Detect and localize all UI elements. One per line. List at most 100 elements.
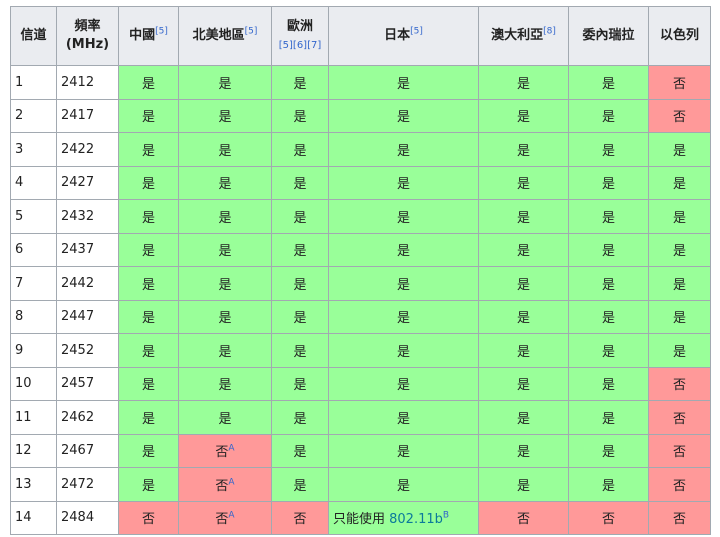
frequency-cell: 2457 — [56, 366, 119, 401]
ref-link[interactable]: [5] — [410, 27, 423, 37]
table-row: 4 2427 是是是是是是是 — [10, 165, 711, 200]
wifi-channel-table: 信道 頻率 (MHz) 中國[5] 北美地區[5] 歐洲 [5][6][7] 日本[… — [10, 6, 711, 535]
header-japan: 日本[5] — [328, 6, 479, 66]
footnote-a-link[interactable]: A — [228, 444, 234, 454]
header-australia: 澳大利亞[8] — [478, 6, 569, 66]
footnote-a-link[interactable]: A — [228, 477, 234, 487]
allowed-cell: 是 — [118, 98, 179, 133]
allowed-cell: 是 — [118, 199, 179, 234]
channel-cell: 10 — [10, 366, 57, 401]
allowed-cell: 是 — [328, 266, 479, 301]
allowed-cell: 是 — [568, 299, 649, 334]
frequency-cell: 2484 — [56, 500, 119, 535]
allowed-cell: 是 — [568, 132, 649, 167]
allowed-cell: 是 — [178, 232, 272, 267]
allowed-cell: 是 — [478, 266, 569, 301]
table-row: 1 2412 是是是是是是否 — [10, 65, 711, 100]
allowed-cell: 是 — [568, 467, 649, 502]
ref-link[interactable]: [5] — [245, 27, 258, 37]
allowed-cell: 是 — [478, 299, 569, 334]
ref-link[interactable]: [5] — [155, 27, 168, 37]
not-allowed-cell: 否 — [648, 400, 711, 435]
header-israel: 以色列 — [648, 6, 711, 66]
not-allowed-cell: 否 — [648, 467, 711, 502]
channel-cell: 12 — [10, 433, 57, 468]
allowed-cell: 是 — [648, 132, 711, 167]
allowed-cell: 是 — [648, 266, 711, 301]
cell-value: 否 — [215, 512, 229, 528]
table-row: 7 2442 是是是是是是是 — [10, 266, 711, 301]
allowed-cell: 是 — [478, 65, 569, 100]
allowed-cell: 是 — [328, 132, 479, 167]
allowed-cell: 是 — [178, 266, 272, 301]
table-row: 14 2484 否否A 否只能使用 802.11bB 否否否 — [10, 500, 711, 535]
allowed-cell: 是 — [568, 232, 649, 267]
header-channel: 信道 — [10, 6, 57, 66]
allowed-cell: 是 — [178, 65, 272, 100]
allowed-cell: 是 — [271, 433, 329, 468]
allowed-cell: 是 — [178, 165, 272, 200]
channel-cell: 4 — [10, 165, 57, 200]
allowed-cell: 是 — [271, 199, 329, 234]
not-allowed-cell: 否 — [271, 500, 329, 535]
not-allowed-cell: 否 — [478, 500, 569, 535]
frequency-cell: 2422 — [56, 132, 119, 167]
channel-cell: 3 — [10, 132, 57, 167]
frequency-cell: 2427 — [56, 165, 119, 200]
allowed-cell: 是 — [118, 299, 179, 334]
allowed-cell: 是 — [271, 366, 329, 401]
allowed-cell: 是 — [568, 400, 649, 435]
table-body: 1 2412 是是是是是是否 2 2417 是是是是是是否 3 2422 是是是是是是是 4 242… — [10, 65, 711, 535]
note-text: 只能使用 — [333, 512, 390, 528]
allowed-cell: 是 — [648, 232, 711, 267]
table-row: 5 2432 是是是是是是是 — [10, 199, 711, 234]
channel-cell: 8 — [10, 299, 57, 334]
allowed-cell: 是 — [648, 299, 711, 334]
allowed-cell: 是 — [478, 467, 569, 502]
not-allowed-cell: 否 — [648, 65, 711, 100]
allowed-cell: 是 — [271, 65, 329, 100]
allowed-cell: 是 — [271, 400, 329, 435]
allowed-cell: 是 — [568, 65, 649, 100]
allowed-cell: 是 — [328, 199, 479, 234]
ref-link[interactable]: [8] — [543, 27, 556, 37]
allowed-cell: 是 — [271, 467, 329, 502]
not-allowed-cell: 否A — [178, 500, 272, 535]
frequency-cell: 2417 — [56, 98, 119, 133]
footnote-b-link[interactable]: B — [443, 511, 449, 521]
not-allowed-cell: 否 — [648, 98, 711, 133]
allowed-cell: 是 — [271, 98, 329, 133]
allowed-cell: 是 — [478, 165, 569, 200]
channel-cell: 11 — [10, 400, 57, 435]
allowed-cell: 是 — [328, 433, 479, 468]
allowed-cell: 是 — [271, 165, 329, 200]
allowed-cell: 是 — [118, 266, 179, 301]
frequency-cell: 2452 — [56, 333, 119, 368]
table-row: 8 2447 是是是是是是是 — [10, 299, 711, 334]
allowed-cell: 是 — [568, 433, 649, 468]
allowed-cell: 是 — [478, 98, 569, 133]
channel-cell: 6 — [10, 232, 57, 267]
table-row: 2 2417 是是是是是是否 — [10, 98, 711, 133]
not-allowed-cell: 否A — [178, 467, 272, 502]
allowed-cell: 是 — [118, 400, 179, 435]
allowed-cell: 是 — [118, 467, 179, 502]
frequency-cell: 2412 — [56, 65, 119, 100]
channel-cell: 13 — [10, 467, 57, 502]
allowed-cell: 是 — [568, 366, 649, 401]
allowed-cell: 是 — [478, 333, 569, 368]
ref-link[interactable]: [5][6][7] — [279, 40, 322, 51]
allowed-cell: 是 — [328, 98, 479, 133]
allowed-cell: 是 — [178, 98, 272, 133]
channel-cell: 7 — [10, 266, 57, 301]
table-row: 3 2422 是是是是是是是 — [10, 132, 711, 167]
allowed-cell: 是 — [478, 132, 569, 167]
header-north-america: 北美地區[5] — [178, 6, 272, 66]
allowed-cell: 是 — [478, 232, 569, 267]
allowed-cell: 是 — [328, 400, 479, 435]
table-row: 11 2462 是是是是是是否 — [10, 400, 711, 435]
802-11b-link[interactable]: 802.11b — [389, 512, 443, 527]
not-allowed-cell: 否 — [568, 500, 649, 535]
footnote-a-link[interactable]: A — [228, 511, 234, 521]
japan-ch14-note-cell: 只能使用 802.11bB — [328, 500, 479, 535]
